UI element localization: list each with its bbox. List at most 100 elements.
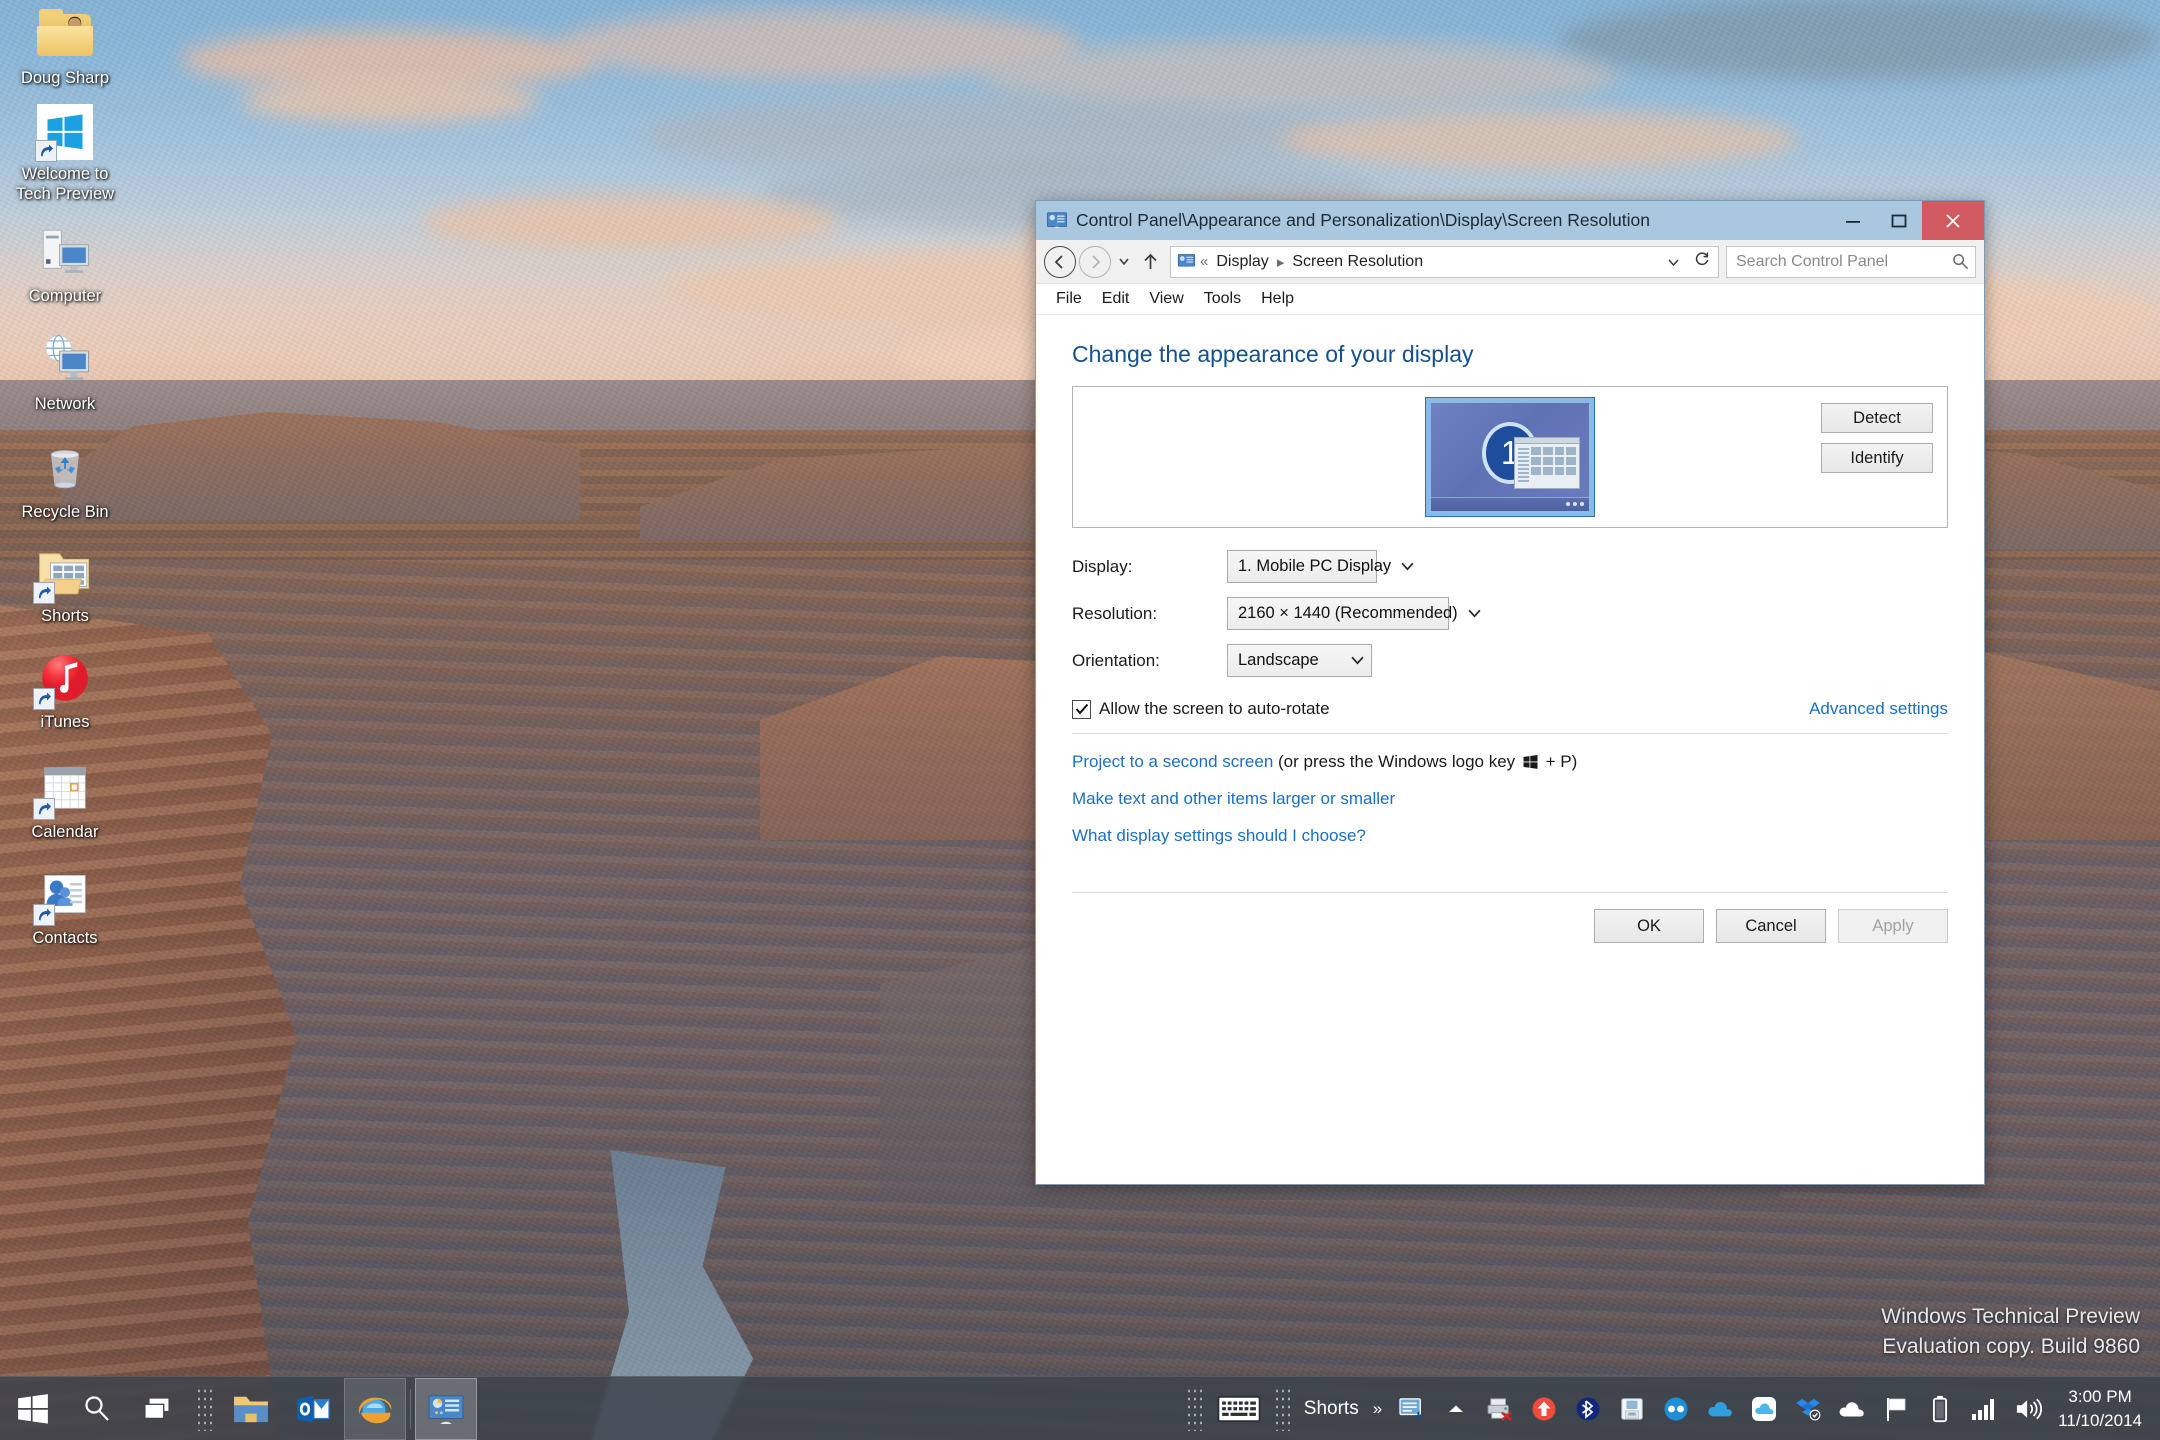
up-button[interactable]	[1137, 246, 1163, 278]
update-icon[interactable]	[1522, 1377, 1566, 1440]
dropbox-icon[interactable]	[1786, 1377, 1830, 1440]
advanced-settings-link[interactable]: Advanced settings	[1809, 699, 1948, 719]
task-view-button[interactable]	[128, 1378, 190, 1440]
task-view-icon	[144, 1398, 169, 1419]
window-menubar[interactable]: File Edit View Tools Help	[1036, 284, 1984, 315]
taskbar-grip[interactable]	[196, 1386, 214, 1431]
recycle-bin-icon	[35, 438, 95, 498]
menu-help[interactable]: Help	[1251, 287, 1304, 311]
recent-locations-button[interactable]	[1114, 246, 1134, 278]
show-hidden-icons-button[interactable]	[1434, 1377, 1478, 1440]
display-field-row: Display: 1. Mobile PC Display	[1072, 550, 1948, 583]
outlook-button[interactable]	[282, 1378, 344, 1440]
display-label: Display:	[1072, 556, 1133, 576]
minimize-button[interactable]	[1830, 201, 1876, 240]
taskbar[interactable]: Shorts » 3:00 PM 11/10/2014	[0, 1376, 2160, 1440]
desktop-icon-shorts[interactable]: Shorts	[5, 542, 125, 626]
detect-button[interactable]: Detect	[1821, 403, 1933, 433]
window-navigation-bar[interactable]: « Display ▸ Screen Resolution	[1036, 240, 1984, 284]
desktop-icon-label: Contacts	[32, 929, 98, 947]
close-button[interactable]	[1922, 201, 1984, 240]
file-explorer-button[interactable]	[220, 1378, 282, 1440]
desktop-icon-doug-sharp[interactable]: Doug Sharp	[5, 4, 125, 88]
resolution-select-value: 2160 × 1440 (Recommended)	[1238, 604, 1458, 622]
search-control-panel-box[interactable]	[1726, 245, 1976, 278]
evaluation-watermark: Windows Technical Preview Evaluation cop…	[1881, 1302, 2140, 1362]
menu-tools[interactable]: Tools	[1194, 287, 1251, 311]
orientation-select[interactable]: Landscape	[1227, 644, 1372, 677]
removable-media-icon[interactable]	[1610, 1377, 1654, 1440]
desktop-icon-contacts[interactable]: Contacts	[5, 864, 125, 948]
toolbar-grip[interactable]	[1185, 1386, 1204, 1431]
display-preview-area[interactable]: 1 Detect Identify	[1072, 386, 1948, 528]
project-second-screen-line: Project to a second screen (or press the…	[1072, 752, 1948, 772]
auto-rotate-checkbox[interactable]	[1072, 699, 1091, 719]
breadcrumb-display[interactable]: Display	[1212, 251, 1272, 273]
desktop-icon-label: Calendar	[31, 823, 99, 841]
onedrive-blue-icon[interactable]	[1698, 1377, 1742, 1440]
skype-icon[interactable]	[1654, 1377, 1698, 1440]
control-panel-button[interactable]	[415, 1377, 477, 1440]
search-input[interactable]	[1736, 252, 1952, 271]
desktop-icon-computer[interactable]: Computer	[5, 222, 125, 306]
back-button[interactable]	[1044, 245, 1076, 278]
identify-button[interactable]: Identify	[1821, 443, 1933, 473]
project-to-second-screen-link[interactable]: Project to a second screen	[1072, 752, 1273, 771]
system-tray[interactable]: 3:00 PM 11/10/2014	[1390, 1377, 2160, 1440]
chevron-up-icon	[1449, 1405, 1464, 1412]
desktop-icon-label: Recycle Bin	[21, 503, 109, 521]
desktop-icon-label: Welcome to Tech Preview	[15, 165, 115, 203]
desktop-icon-recycle-bin[interactable]: Recycle Bin	[5, 438, 125, 522]
printer-error-icon[interactable]	[1478, 1377, 1522, 1440]
breadcrumb-overflow[interactable]: «	[1200, 253, 1208, 270]
desktop-icon-label: Network	[34, 395, 96, 413]
address-dropdown-button[interactable]	[1661, 253, 1686, 271]
desktop-icon-calendar[interactable]: Calendar	[5, 758, 125, 842]
display-select[interactable]: 1. Mobile PC Display	[1227, 550, 1414, 583]
network-signal-icon[interactable]	[1962, 1377, 2006, 1440]
chevron-down-icon	[1351, 656, 1364, 665]
shorts-toolbar-label[interactable]: Shorts	[1298, 1398, 1365, 1420]
clock[interactable]: 3:00 PM 11/10/2014	[2050, 1385, 2156, 1433]
what-settings-line: What display settings should I choose?	[1072, 826, 1948, 846]
menu-edit[interactable]: Edit	[1092, 287, 1140, 311]
address-bar[interactable]: « Display ▸ Screen Resolution	[1170, 245, 1719, 278]
touch-keyboard-button[interactable]	[1210, 1378, 1268, 1440]
onedrive-white-icon[interactable]	[1830, 1377, 1874, 1440]
bluetooth-icon[interactable]	[1566, 1377, 1610, 1440]
make-text-larger-link[interactable]: Make text and other items larger or smal…	[1072, 789, 1395, 808]
menu-file[interactable]: File	[1046, 287, 1092, 311]
desktop-icon-itunes[interactable]: iTunes	[5, 648, 125, 732]
shortcut-arrow-icon	[35, 140, 57, 162]
what-display-settings-link[interactable]: What display settings should I choose?	[1072, 826, 1366, 845]
desktop-icon-welcome-to-tech-preview[interactable]: Welcome to Tech Preview	[5, 104, 125, 204]
breadcrumb-screen-resolution[interactable]: Screen Resolution	[1288, 251, 1427, 273]
forward-button[interactable]	[1079, 245, 1111, 278]
monitor-preview-1[interactable]: 1	[1426, 398, 1594, 516]
apply-button[interactable]: Apply	[1838, 909, 1948, 943]
cancel-button[interactable]: Cancel	[1716, 909, 1826, 943]
start-button[interactable]	[0, 1378, 66, 1440]
action-center-icon[interactable]	[1390, 1377, 1434, 1440]
flag-icon[interactable]	[1874, 1377, 1918, 1440]
refresh-button[interactable]	[1690, 251, 1714, 272]
windows-logo-icon	[35, 104, 93, 162]
windows-logo-icon	[1523, 755, 1538, 769]
window-titlebar[interactable]: Control Panel\Appearance and Personaliza…	[1036, 201, 1984, 240]
icloud-icon[interactable]	[1742, 1377, 1786, 1440]
ok-button[interactable]: OK	[1594, 909, 1704, 943]
shorts-toolbar-overflow[interactable]: »	[1365, 1399, 1390, 1419]
battery-icon[interactable]	[1918, 1377, 1962, 1440]
search-icon[interactable]	[1952, 253, 1969, 270]
shorts-toolbar-grip[interactable]	[1273, 1386, 1292, 1431]
search-button[interactable]	[66, 1378, 128, 1440]
internet-explorer-button[interactable]	[344, 1377, 406, 1440]
control-panel-window[interactable]: Control Panel\Appearance and Personaliza…	[1035, 200, 1985, 1185]
desktop-icon-network[interactable]: Network	[5, 330, 125, 414]
outlook-icon	[297, 1395, 330, 1422]
menu-view[interactable]: View	[1139, 287, 1193, 311]
maximize-button[interactable]	[1876, 201, 1922, 240]
resolution-select[interactable]: 2160 × 1440 (Recommended)	[1227, 597, 1481, 630]
window-title: Control Panel\Appearance and Personaliza…	[1076, 210, 1650, 230]
volume-icon[interactable]	[2006, 1377, 2050, 1440]
